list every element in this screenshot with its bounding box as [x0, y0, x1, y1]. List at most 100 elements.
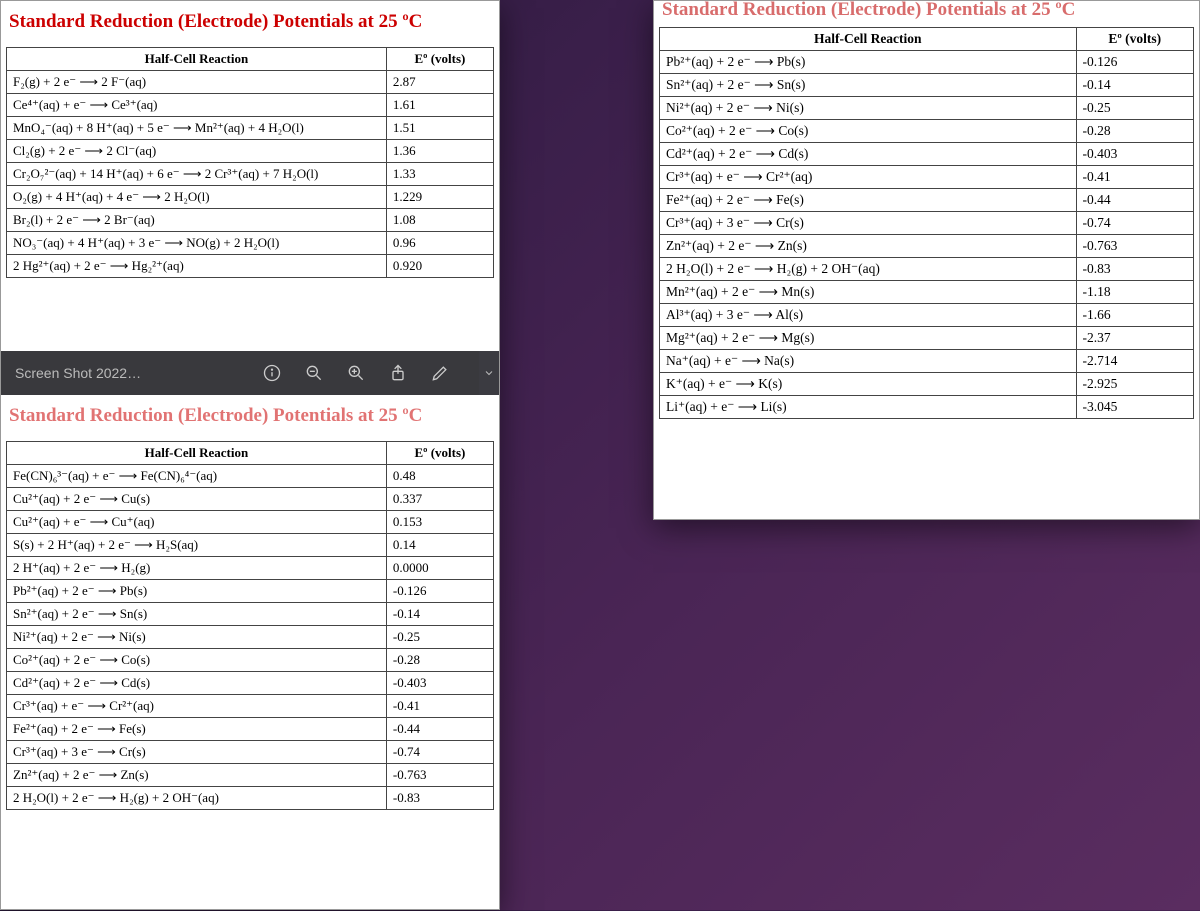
markup-icon[interactable]: [429, 362, 451, 384]
dock-hint: [340, 904, 370, 910]
table-row: Zn²⁺(aq) + 2 e⁻ ⟶ Zn(s)-0.763: [7, 764, 494, 787]
potential-cell: 1.33: [386, 163, 493, 186]
potential-cell: -3.045: [1076, 396, 1193, 419]
table-row: Co²⁺(aq) + 2 e⁻ ⟶ Co(s)-0.28: [7, 649, 494, 672]
potential-cell: -0.74: [386, 741, 493, 764]
table-row: Cl₂(g) + 2 e⁻ ⟶ 2 Cl⁻(aq)1.36: [7, 140, 494, 163]
table-row: F₂(g) + 2 e⁻ ⟶ 2 F⁻(aq)2.87: [7, 71, 494, 94]
reaction-cell: Al³⁺(aq) + 3 e⁻ ⟶ Al(s): [660, 304, 1077, 327]
potential-cell: 1.51: [386, 117, 493, 140]
potential-cell: -1.66: [1076, 304, 1193, 327]
preview-window-back[interactable]: Standard Reduction (Electrode) Potential…: [653, 0, 1200, 520]
col-potential: Eº (volts): [386, 48, 493, 71]
col-reaction: Half-Cell Reaction: [660, 28, 1077, 51]
potential-cell: 0.14: [386, 534, 493, 557]
potential-cell: 0.0000: [386, 557, 493, 580]
potential-cell: -0.126: [1076, 51, 1193, 74]
table-row: Cr³⁺(aq) + e⁻ ⟶ Cr²⁺(aq)-0.41: [7, 695, 494, 718]
zoom-out-icon[interactable]: [303, 362, 325, 384]
potential-cell: 0.48: [386, 465, 493, 488]
reaction-cell: Ni²⁺(aq) + 2 e⁻ ⟶ Ni(s): [7, 626, 387, 649]
preview-window-front[interactable]: Standard Reduction (Electrode) Potential…: [0, 0, 500, 910]
potential-cell: -0.14: [1076, 74, 1193, 97]
share-icon[interactable]: [387, 362, 409, 384]
potential-cell: -0.25: [386, 626, 493, 649]
reaction-cell: Cr³⁺(aq) + e⁻ ⟶ Cr²⁺(aq): [7, 695, 387, 718]
reaction-cell: Mn²⁺(aq) + 2 e⁻ ⟶ Mn(s): [660, 281, 1077, 304]
table-row: 2 H₂O(l) + 2 e⁻ ⟶ H₂(g) + 2 OH⁻(aq)-0.83: [660, 258, 1194, 281]
table-row: NO₃⁻(aq) + 4 H⁺(aq) + 3 e⁻ ⟶ NO(g) + 2 H…: [7, 232, 494, 255]
potential-cell: -0.25: [1076, 97, 1193, 120]
potentials-table-top: Half-Cell Reaction Eº (volts) F₂(g) + 2 …: [6, 47, 494, 278]
table-row: Fe²⁺(aq) + 2 e⁻ ⟶ Fe(s)-0.44: [7, 718, 494, 741]
table-row: Cu²⁺(aq) + e⁻ ⟶ Cu⁺(aq)0.153: [7, 511, 494, 534]
reaction-cell: Li⁺(aq) + e⁻ ⟶ Li(s): [660, 396, 1077, 419]
reaction-cell: F₂(g) + 2 e⁻ ⟶ 2 F⁻(aq): [7, 71, 387, 94]
potential-cell: 0.153: [386, 511, 493, 534]
reaction-cell: Zn²⁺(aq) + 2 e⁻ ⟶ Zn(s): [660, 235, 1077, 258]
table-row: Cd²⁺(aq) + 2 e⁻ ⟶ Cd(s)-0.403: [7, 672, 494, 695]
reaction-cell: Cd²⁺(aq) + 2 e⁻ ⟶ Cd(s): [7, 672, 387, 695]
reaction-cell: Cr³⁺(aq) + 3 e⁻ ⟶ Cr(s): [660, 212, 1077, 235]
table-row: Pb²⁺(aq) + 2 e⁻ ⟶ Pb(s)-0.126: [660, 51, 1194, 74]
doc-title-back: Standard Reduction (Electrode) Potential…: [654, 1, 1199, 27]
table-row: Ni²⁺(aq) + 2 e⁻ ⟶ Ni(s)-0.25: [660, 97, 1194, 120]
table-row: Co²⁺(aq) + 2 e⁻ ⟶ Co(s)-0.28: [660, 120, 1194, 143]
reaction-cell: 2 H⁺(aq) + 2 e⁻ ⟶ H₂(g): [7, 557, 387, 580]
reaction-cell: K⁺(aq) + e⁻ ⟶ K(s): [660, 373, 1077, 396]
table-row: Na⁺(aq) + e⁻ ⟶ Na(s)-2.714: [660, 350, 1194, 373]
potential-cell: 0.337: [386, 488, 493, 511]
table-row: Cr³⁺(aq) + 3 e⁻ ⟶ Cr(s)-0.74: [7, 741, 494, 764]
reaction-cell: Ni²⁺(aq) + 2 e⁻ ⟶ Ni(s): [660, 97, 1077, 120]
potential-cell: 1.61: [386, 94, 493, 117]
doc-title-front-top: Standard Reduction (Electrode) Potential…: [1, 1, 499, 47]
filename-label: Screen Shot 2022…: [15, 365, 141, 381]
reaction-cell: Cu²⁺(aq) + 2 e⁻ ⟶ Cu(s): [7, 488, 387, 511]
table-row: Fe(CN)₆³⁻(aq) + e⁻ ⟶ Fe(CN)₆⁴⁻(aq)0.48: [7, 465, 494, 488]
table-row: Zn²⁺(aq) + 2 e⁻ ⟶ Zn(s)-0.763: [660, 235, 1194, 258]
potential-cell: -0.83: [386, 787, 493, 810]
doc-segment-bottom: Standard Reduction (Electrode) Potential…: [1, 395, 499, 911]
table-row: 2 H⁺(aq) + 2 e⁻ ⟶ H₂(g)0.0000: [7, 557, 494, 580]
doc-segment-top: Standard Reduction (Electrode) Potential…: [1, 1, 499, 351]
table-row: Cr³⁺(aq) + e⁻ ⟶ Cr²⁺(aq)-0.41: [660, 166, 1194, 189]
potential-cell: -0.403: [1076, 143, 1193, 166]
zoom-in-icon[interactable]: [345, 362, 367, 384]
reaction-cell: Fe²⁺(aq) + 2 e⁻ ⟶ Fe(s): [660, 189, 1077, 212]
reaction-cell: Pb²⁺(aq) + 2 e⁻ ⟶ Pb(s): [660, 51, 1077, 74]
table-row: K⁺(aq) + e⁻ ⟶ K(s)-2.925: [660, 373, 1194, 396]
reaction-cell: O₂(g) + 4 H⁺(aq) + 4 e⁻ ⟶ 2 H₂O(l): [7, 186, 387, 209]
reaction-cell: Co²⁺(aq) + 2 e⁻ ⟶ Co(s): [7, 649, 387, 672]
reaction-cell: Cd²⁺(aq) + 2 e⁻ ⟶ Cd(s): [660, 143, 1077, 166]
potential-cell: -0.74: [1076, 212, 1193, 235]
table-row: Cr₂O₇²⁻(aq) + 14 H⁺(aq) + 6 e⁻ ⟶ 2 Cr³⁺(…: [7, 163, 494, 186]
col-potential: Eº (volts): [386, 442, 493, 465]
potentials-table-back: Half-Cell Reaction Eº (volts) Pb²⁺(aq) +…: [659, 27, 1194, 419]
reaction-cell: MnO₄⁻(aq) + 8 H⁺(aq) + 5 e⁻ ⟶ Mn²⁺(aq) +…: [7, 117, 387, 140]
chevron-down-icon[interactable]: [479, 351, 499, 395]
table-row: 2 H₂O(l) + 2 e⁻ ⟶ H₂(g) + 2 OH⁻(aq)-0.83: [7, 787, 494, 810]
potential-cell: 0.96: [386, 232, 493, 255]
info-icon[interactable]: [261, 362, 283, 384]
reaction-cell: Cl₂(g) + 2 e⁻ ⟶ 2 Cl⁻(aq): [7, 140, 387, 163]
table-row: O₂(g) + 4 H⁺(aq) + 4 e⁻ ⟶ 2 H₂O(l)1.229: [7, 186, 494, 209]
reaction-cell: Sn²⁺(aq) + 2 e⁻ ⟶ Sn(s): [660, 74, 1077, 97]
potential-cell: -0.126: [386, 580, 493, 603]
reaction-cell: S(s) + 2 H⁺(aq) + 2 e⁻ ⟶ H₂S(aq): [7, 534, 387, 557]
potential-cell: -0.41: [1076, 166, 1193, 189]
table-row: S(s) + 2 H⁺(aq) + 2 e⁻ ⟶ H₂S(aq)0.14: [7, 534, 494, 557]
potential-cell: 0.920: [386, 255, 493, 278]
potential-cell: -1.18: [1076, 281, 1193, 304]
table-row: Sn²⁺(aq) + 2 e⁻ ⟶ Sn(s)-0.14: [660, 74, 1194, 97]
potential-cell: -0.763: [386, 764, 493, 787]
potential-cell: 1.36: [386, 140, 493, 163]
table-row: Ni²⁺(aq) + 2 e⁻ ⟶ Ni(s)-0.25: [7, 626, 494, 649]
table-row: Ce⁴⁺(aq) + e⁻ ⟶ Ce³⁺(aq)1.61: [7, 94, 494, 117]
table-row: Cd²⁺(aq) + 2 e⁻ ⟶ Cd(s)-0.403: [660, 143, 1194, 166]
table-row: Cr³⁺(aq) + 3 e⁻ ⟶ Cr(s)-0.74: [660, 212, 1194, 235]
reaction-cell: Cr₂O₇²⁻(aq) + 14 H⁺(aq) + 6 e⁻ ⟶ 2 Cr³⁺(…: [7, 163, 387, 186]
reaction-cell: Cu²⁺(aq) + e⁻ ⟶ Cu⁺(aq): [7, 511, 387, 534]
reaction-cell: Na⁺(aq) + e⁻ ⟶ Na(s): [660, 350, 1077, 373]
reaction-cell: Fe²⁺(aq) + 2 e⁻ ⟶ Fe(s): [7, 718, 387, 741]
table-row: Br₂(l) + 2 e⁻ ⟶ 2 Br⁻(aq)1.08: [7, 209, 494, 232]
